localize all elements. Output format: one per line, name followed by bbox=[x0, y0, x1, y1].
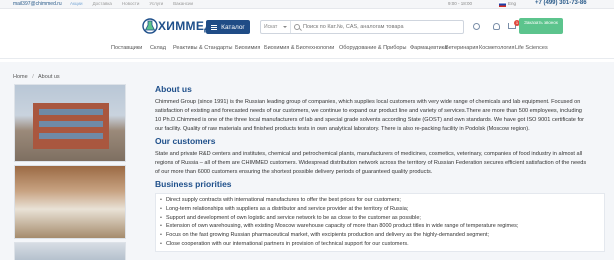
priorities-heading: Business priorities bbox=[155, 179, 232, 189]
phone-number[interactable]: +7 (499) 301-73-86 bbox=[535, 0, 587, 6]
working-hours: 9:00 - 18:00 bbox=[448, 1, 473, 6]
about-line: Chimmed Group (since 1991) is the Russia… bbox=[155, 99, 581, 105]
list-item: Support and development of own logistic … bbox=[160, 214, 600, 223]
breadcrumb-home[interactable]: Home bbox=[13, 74, 28, 80]
search-icon[interactable] bbox=[294, 24, 300, 30]
list-item: Direct supply contracts with internation… bbox=[160, 196, 600, 205]
about-line: 10 Ph.D.Chimmed is one of the three loca… bbox=[155, 116, 584, 123]
site-logo[interactable]: ХИММЕД bbox=[142, 16, 213, 38]
email-link[interactable]: mail397@chimmed.ru bbox=[13, 1, 62, 7]
top-link-services[interactable]: Услуги bbox=[149, 1, 163, 6]
search-input[interactable] bbox=[303, 22, 461, 32]
breadcrumb: Home / About us bbox=[13, 74, 60, 80]
about-line: our facility. Quality of raw materials a… bbox=[155, 125, 530, 132]
catalog-button-label: Каталог bbox=[221, 23, 245, 31]
catalog-button[interactable]: Каталог bbox=[206, 20, 250, 34]
list-item: Close cooperation with our international… bbox=[160, 240, 600, 249]
nav-item-warehouse[interactable]: Склад bbox=[150, 45, 166, 51]
callback-button[interactable]: Заказать звонок bbox=[519, 18, 563, 34]
top-links: Акции Доставка Новости Услуги Вакансии bbox=[70, 1, 193, 6]
priorities-list: Direct supply contracts with internation… bbox=[155, 193, 605, 252]
customers-line: of our more than 6000 customers ensuring… bbox=[155, 168, 433, 175]
header-icons bbox=[473, 23, 500, 30]
breadcrumb-separator: / bbox=[32, 74, 34, 80]
customers-line: regions of Russia – all of them are CHIM… bbox=[155, 159, 587, 166]
list-item: Focus on the fast growing Russian pharma… bbox=[160, 231, 600, 240]
search-scope-label: Искат bbox=[264, 24, 278, 30]
nav-item-biochemistry[interactable]: Биохимия bbox=[235, 45, 260, 51]
nav-item-cosmetology[interactable]: Косметология bbox=[479, 45, 514, 51]
top-bar: mail397@chimmed.ru Акции Доставка Новост… bbox=[0, 0, 614, 9]
nav-item-biotech[interactable]: Биохимия & Биотехнологии bbox=[264, 45, 334, 51]
logo-text: ХИММЕД bbox=[158, 19, 213, 33]
office-lobby-photo bbox=[14, 165, 126, 239]
chevron-down-icon bbox=[283, 26, 287, 28]
customers-paragraph: State and private R&D centers and instit… bbox=[155, 150, 605, 177]
main-nav: Поставщики Склад Реактивы & Стандарты Би… bbox=[0, 44, 614, 56]
customers-line: State and private R&D centers and instit… bbox=[155, 151, 583, 157]
nav-item-suppliers[interactable]: Поставщики bbox=[111, 45, 142, 51]
nav-item-reagents[interactable]: Реактивы & Стандарты bbox=[173, 45, 232, 51]
favorites-icon[interactable] bbox=[493, 23, 500, 30]
about-paragraph: Chimmed Group (since 1991) is the Russia… bbox=[155, 98, 605, 134]
about-heading: About us bbox=[155, 84, 192, 94]
about-line: satisfaction of existing and forecasted … bbox=[155, 107, 582, 114]
search-scope-select[interactable]: Искат bbox=[261, 21, 291, 33]
building-window-row bbox=[39, 109, 103, 115]
breadcrumb-current: About us bbox=[37, 74, 60, 80]
uk-flag-icon[interactable] bbox=[499, 2, 506, 7]
logo-flask-icon bbox=[142, 18, 158, 34]
customers-heading: Our customers bbox=[155, 136, 216, 146]
building-window-row bbox=[39, 133, 103, 139]
menu-icon bbox=[211, 24, 218, 30]
nav-item-pharma[interactable]: Фармацевтика bbox=[410, 45, 447, 51]
top-link-vacancies[interactable]: Вакансии bbox=[173, 1, 193, 6]
cart-button[interactable]: 1 bbox=[508, 20, 520, 31]
office-building-photo bbox=[14, 84, 126, 162]
top-link-promotions[interactable]: Акции bbox=[70, 1, 83, 6]
top-link-delivery[interactable]: Доставка bbox=[93, 1, 112, 6]
nav-item-equipment[interactable]: Оборудование & Приборы bbox=[339, 45, 406, 51]
building-window-row bbox=[39, 121, 103, 127]
account-icon[interactable] bbox=[473, 23, 480, 30]
top-link-news[interactable]: Новости bbox=[122, 1, 139, 6]
nav-item-life-sciences[interactable]: Life Sciences bbox=[515, 45, 548, 51]
list-item: Long-term relationships with suppliers a… bbox=[160, 205, 600, 214]
list-item: Extension of own warehousing, with exist… bbox=[160, 222, 600, 231]
warehouse-photo bbox=[14, 242, 126, 260]
language-switch[interactable]: Eng bbox=[508, 1, 516, 6]
search-bar: Искат bbox=[260, 20, 464, 34]
nav-divider bbox=[0, 58, 614, 59]
nav-item-veterinary[interactable]: Ветеринария bbox=[445, 45, 478, 51]
